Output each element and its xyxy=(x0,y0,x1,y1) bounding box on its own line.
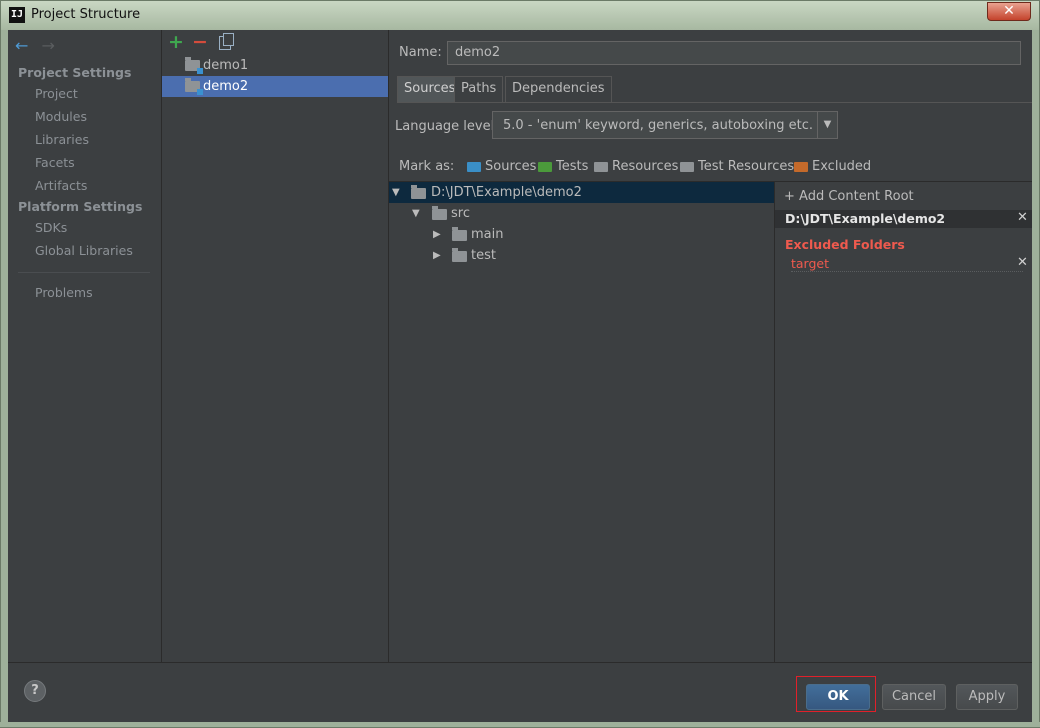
tree-node-label: test xyxy=(471,248,496,263)
tabs-divider xyxy=(397,102,1032,103)
tree-node-label: D:\JDT\Example\demo2 xyxy=(431,185,582,200)
window-close-button[interactable]: ✕ xyxy=(987,2,1031,21)
module-label: demo1 xyxy=(203,58,249,73)
cancel-button[interactable]: Cancel xyxy=(882,684,946,710)
window-frame-right xyxy=(1032,30,1040,728)
window-frame-bottom xyxy=(0,722,1040,728)
module-item-demo2[interactable]: demo2 xyxy=(162,76,388,97)
copy-module-icon[interactable] xyxy=(219,33,234,50)
module-name-input[interactable]: demo2 xyxy=(447,41,1021,65)
tests-folder-icon xyxy=(538,162,552,172)
excluded-folder-icon xyxy=(794,162,808,172)
mark-test-resources-label: Test Resources xyxy=(698,159,795,174)
module-label: demo2 xyxy=(203,79,249,94)
folder-icon xyxy=(432,206,447,220)
tab-dependencies[interactable]: Dependencies xyxy=(505,76,612,102)
add-content-root-button[interactable]: + Add Content Root xyxy=(784,189,914,204)
mark-test-resources-button[interactable]: Test Resources xyxy=(680,159,794,174)
folder-icon xyxy=(411,185,426,199)
expand-arrow-icon[interactable]: ▼ xyxy=(392,182,400,203)
project-structure-dialog: ← → Project Settings Project Modules Lib… xyxy=(8,30,1032,722)
excluded-folder-target: target xyxy=(791,256,830,271)
forward-arrow-icon[interactable]: → xyxy=(42,36,55,55)
resources-folder-icon xyxy=(594,162,608,172)
tree-node-label: main xyxy=(471,227,504,242)
dropdown-arrow-icon[interactable]: ▼ xyxy=(817,112,837,138)
mark-excluded-label: Excluded xyxy=(812,159,872,174)
tab-sources[interactable]: Sources xyxy=(397,76,463,102)
nav-item-facets[interactable]: Facets xyxy=(35,155,75,170)
expand-arrow-icon[interactable]: ▼ xyxy=(412,203,420,224)
mark-excluded-button[interactable]: Excluded xyxy=(794,159,871,174)
folder-icon xyxy=(452,227,467,241)
back-arrow-icon[interactable]: ← xyxy=(15,36,28,55)
nav-item-project[interactable]: Project xyxy=(35,86,78,101)
nav-item-global-libraries[interactable]: Global Libraries xyxy=(35,243,133,258)
remove-module-icon[interactable]: − xyxy=(192,31,208,53)
name-label: Name: xyxy=(399,45,442,60)
module-folder-icon xyxy=(185,78,203,95)
nav-divider xyxy=(18,272,150,273)
add-content-root-label: Add Content Root xyxy=(799,189,914,204)
content-roots-panel: + Add Content Root D:\JDT\Example\demo2 … xyxy=(775,181,1032,662)
test-resources-folder-icon xyxy=(680,162,694,172)
mark-as-label: Mark as: xyxy=(399,159,455,174)
apply-button[interactable]: Apply xyxy=(956,684,1018,710)
tree-node-main[interactable]: ▶ main xyxy=(389,224,774,245)
language-level-value: 5.0 - 'enum' keyword, generics, autoboxi… xyxy=(503,118,814,133)
nav-item-sdks[interactable]: SDKs xyxy=(35,220,67,235)
excluded-folders-title: Excluded Folders xyxy=(785,237,905,252)
section-platform-settings: Platform Settings xyxy=(18,199,143,214)
nav-item-libraries[interactable]: Libraries xyxy=(35,132,89,147)
module-item-demo1[interactable]: demo1 xyxy=(162,55,388,76)
tree-node-test[interactable]: ▶ test xyxy=(389,245,774,266)
plus-icon: + xyxy=(784,189,800,204)
collapsed-arrow-icon[interactable]: ▶ xyxy=(433,224,441,245)
title-bar[interactable]: IJ Project Structure ✕ xyxy=(0,0,1040,30)
intellij-app-icon: IJ xyxy=(9,7,25,23)
mark-tests-button[interactable]: Tests xyxy=(538,159,588,174)
ok-button[interactable]: OK xyxy=(806,684,870,710)
tab-paths[interactable]: Paths xyxy=(454,76,504,102)
mark-tests-label: Tests xyxy=(556,159,589,174)
mark-resources-button[interactable]: Resources xyxy=(594,159,678,174)
modules-panel: + − demo1 demo2 xyxy=(162,30,389,662)
excluded-folder-row: target ✕ xyxy=(791,255,1028,272)
dialog-button-bar: ? OK Cancel Apply xyxy=(8,662,1032,722)
mark-resources-label: Resources xyxy=(612,159,679,174)
language-level-select[interactable]: 5.0 - 'enum' keyword, generics, autoboxi… xyxy=(492,111,838,139)
module-folder-icon xyxy=(185,57,203,74)
folder-icon xyxy=(452,248,467,262)
settings-navigation: ← → Project Settings Project Modules Lib… xyxy=(8,30,162,662)
remove-excluded-icon[interactable]: ✕ xyxy=(1017,255,1028,270)
language-level-label: Language level: xyxy=(395,119,499,134)
tree-node-src[interactable]: ▼ src xyxy=(389,203,774,224)
source-folder-tree: ▼ D:\JDT\Example\demo2 ▼ src ▶ main ▶ te… xyxy=(389,181,775,662)
sources-folder-icon xyxy=(467,162,481,172)
remove-content-root-icon[interactable]: ✕ xyxy=(1017,210,1028,225)
content-root-header: D:\JDT\Example\demo2 ✕ xyxy=(775,210,1032,228)
content-root-path: D:\JDT\Example\demo2 xyxy=(785,211,946,226)
nav-item-modules[interactable]: Modules xyxy=(35,109,87,124)
nav-item-artifacts[interactable]: Artifacts xyxy=(35,178,87,193)
section-project-settings: Project Settings xyxy=(18,65,132,80)
module-settings: Name: demo2 Sources Paths Dependencies L… xyxy=(389,30,1032,662)
mark-sources-button[interactable]: Sources xyxy=(467,159,536,174)
mark-sources-label: Sources xyxy=(485,159,537,174)
add-module-icon[interactable]: + xyxy=(168,31,184,53)
nav-item-problems[interactable]: Problems xyxy=(35,285,93,300)
collapsed-arrow-icon[interactable]: ▶ xyxy=(433,245,441,266)
window-frame-left xyxy=(0,30,8,728)
window-title: Project Structure xyxy=(31,7,141,22)
tree-node-root[interactable]: ▼ D:\JDT\Example\demo2 xyxy=(389,182,774,203)
help-icon[interactable]: ? xyxy=(24,680,46,702)
tree-node-label: src xyxy=(451,206,470,221)
